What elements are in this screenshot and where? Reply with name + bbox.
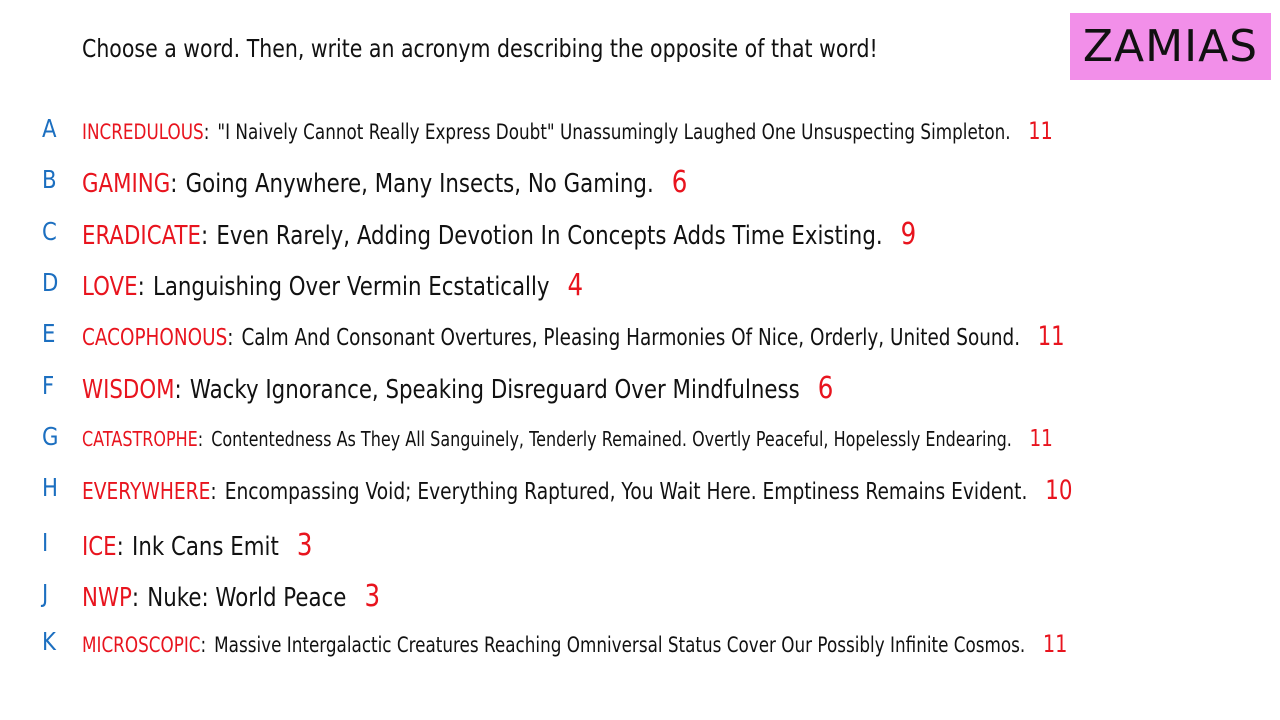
item-count: 11 <box>1028 116 1053 145</box>
item-letter: H <box>42 473 58 502</box>
item-count: 4 <box>567 267 584 303</box>
item-letter: E <box>42 319 56 348</box>
item-acronym: Even Rarely, Adding Devotion In Concepts… <box>216 220 883 251</box>
item-acronym: Contentedness As They All Sanguinely, Te… <box>211 426 1012 451</box>
item-word: MICROSCOPIC <box>82 632 201 657</box>
item-letter: A <box>42 114 57 143</box>
item-acronym: Ink Cans Emit <box>132 531 279 562</box>
item-count: 3 <box>296 527 313 563</box>
item-letter: J <box>42 579 49 608</box>
item-letter: F <box>42 371 55 400</box>
item-letter: I <box>42 528 49 557</box>
item-letter: D <box>42 268 59 297</box>
item-word: WISDOM <box>82 374 175 405</box>
item-word: LOVE <box>82 271 138 302</box>
item-acronym: Encompassing Void; Everything Raptured, … <box>224 478 1028 505</box>
separator-colon: : <box>203 119 210 144</box>
item-count: 11 <box>1029 425 1053 452</box>
item-count: 6 <box>817 370 834 406</box>
list-item: B GAMING: Going Anywhere, Many Insects, No… <box>0 161 1280 201</box>
item-word: INCREDULOUS <box>82 119 204 144</box>
item-word: CATASTROPHE <box>82 426 198 451</box>
item-letter: B <box>42 165 57 194</box>
separator-colon: : <box>170 168 178 199</box>
item-letter: K <box>42 627 56 656</box>
item-acronym: Massive Intergalactic Creatures Reaching… <box>214 632 1026 657</box>
separator-colon: : <box>227 324 234 351</box>
item-acronym: Languishing Over Vermin Ecstatically <box>152 271 550 302</box>
separator-colon: : <box>197 426 204 451</box>
item-acronym: "I Naively Cannot Really Express Doubt" … <box>217 119 1011 144</box>
item-word: ERADICATE <box>82 220 202 251</box>
item-count: 10 <box>1045 474 1073 506</box>
item-acronym: Going Anywhere, Many Insects, No Gaming. <box>185 168 654 199</box>
item-acronym: Nuke: World Peace <box>147 582 347 613</box>
item-count: 9 <box>900 216 917 252</box>
separator-colon: : <box>210 478 217 505</box>
list-item: H EVERYWHERE: Encompassing Void; Everythin… <box>0 469 1280 509</box>
item-count: 3 <box>364 578 381 614</box>
item-acronym: Calm And Consonant Overtures, Pleasing H… <box>241 324 1021 351</box>
list-item: J NWP: Nuke: World Peace 3 <box>0 575 1280 615</box>
item-letter: G <box>42 422 59 451</box>
list-item: F WISDOM: Wacky Ignorance, Speaking Disreg… <box>0 367 1280 407</box>
item-count: 11 <box>1042 629 1068 658</box>
separator-colon: : <box>137 271 145 302</box>
list-item: C ERADICATE: Even Rarely, Adding Devotion … <box>0 213 1280 253</box>
separator-colon: : <box>174 374 182 405</box>
item-count: 11 <box>1037 320 1065 352</box>
item-word: CACOPHONOUS <box>82 324 228 351</box>
list-item: A INCREDULOUS: "I Naively Cannot Really Ex… <box>0 110 1280 150</box>
list-item: E CACOPHONOUS: Calm And Consonant Overture… <box>0 315 1280 355</box>
list-item: G CATASTROPHE: Contentedness As They All S… <box>0 418 1280 458</box>
list-item: D LOVE: Languishing Over Vermin Ecstatical… <box>0 264 1280 304</box>
item-word: NWP <box>82 582 132 613</box>
separator-colon: : <box>116 531 124 562</box>
separator-colon: : <box>200 632 207 657</box>
instruction-text: Choose a word. Then, write an acronym de… <box>82 34 878 63</box>
zamias-badge: ZAMIAS <box>1070 13 1271 80</box>
separator-colon: : <box>131 582 140 613</box>
separator-colon: : <box>201 220 209 251</box>
item-count: 6 <box>671 164 688 200</box>
item-word: GAMING <box>82 168 171 199</box>
list-item: I ICE: Ink Cans Emit 3 <box>0 524 1280 564</box>
item-acronym: Wacky Ignorance, Speaking Disreguard Ove… <box>189 374 800 405</box>
item-word: EVERYWHERE <box>82 478 211 505</box>
item-letter: C <box>42 217 57 246</box>
list-item: K MICROSCOPIC: Massive Intergalactic Creat… <box>0 623 1280 663</box>
item-word: ICE <box>82 531 117 562</box>
